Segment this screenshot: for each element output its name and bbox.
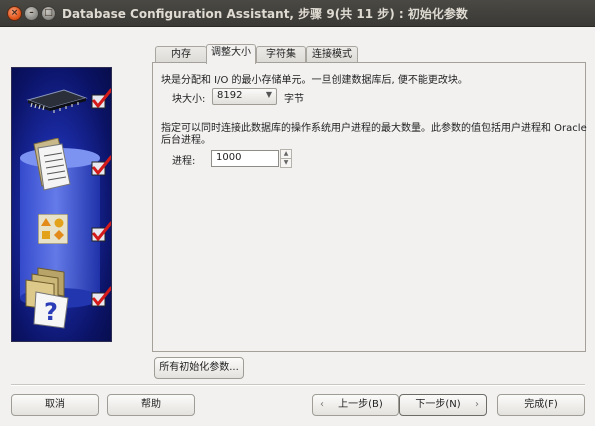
back-button-label: 上一步(B) (338, 399, 383, 410)
process-value: 1000 (216, 152, 242, 163)
process-input[interactable]: 1000 (211, 150, 279, 167)
block-size-description: 块是分配和 I/O 的最小存储单元。一旦创建数据库后, 便不能更改块。 (161, 75, 468, 86)
close-window-button[interactable]: × (7, 6, 22, 21)
next-button-label: 下一步(N) (415, 399, 461, 410)
tab-sizing[interactable]: 调整大小 (206, 44, 256, 64)
checkmark-icon (91, 155, 111, 176)
chevron-up-icon: ▲ (283, 150, 289, 157)
chevron-down-icon: ▼ (265, 90, 272, 99)
block-size-dropdown[interactable]: 8192 ▼ (212, 88, 277, 105)
window-title: Database Configuration Assistant, 步骤 9(共… (62, 7, 468, 21)
process-description: 指定可以同时连接此数据库的操作系统用户进程的最大数量。此参数的值包括用户进程和 … (161, 123, 587, 134)
minimize-icon: – (29, 8, 34, 18)
next-button[interactable]: 下一步(N) › (399, 394, 487, 416)
memory-chip-icon (26, 89, 88, 113)
maximize-icon: □ (44, 8, 53, 18)
block-size-unit: 字节 (284, 94, 304, 105)
maximize-window-button[interactable]: □ (41, 6, 56, 21)
cancel-button[interactable]: 取消 (11, 394, 99, 416)
chevron-left-icon: ‹ (320, 399, 324, 410)
checkmark-icon (91, 286, 111, 307)
chevron-right-icon: › (475, 399, 479, 410)
tab-character-sets[interactable]: 字符集 (256, 46, 306, 63)
documents-icon (33, 138, 71, 191)
shapes-icon (38, 214, 68, 244)
sizing-panel (152, 62, 586, 352)
checkmark-icon (91, 221, 111, 242)
all-init-params-button[interactable]: 所有初始化参数... (154, 357, 244, 379)
tab-connection-mode[interactable]: 连接模式 (306, 46, 358, 63)
chevron-down-icon: ▼ (283, 159, 289, 166)
finish-button[interactable]: 完成(F) (497, 394, 585, 416)
close-icon: × (10, 8, 19, 18)
minimize-window-button[interactable]: – (24, 6, 39, 21)
tab-memory[interactable]: 内存 (155, 46, 207, 63)
title-bar: × – □ Database Configuration Assistant, … (0, 0, 595, 27)
footer-separator (11, 384, 585, 386)
block-size-label: 块大小: (172, 94, 206, 105)
folders-help-icon: ? (25, 267, 69, 329)
wizard-side-panel: ? (11, 67, 112, 342)
svg-text:?: ? (44, 298, 58, 326)
help-button[interactable]: 帮助 (107, 394, 195, 416)
block-size-value: 8192 (217, 90, 243, 101)
back-button[interactable]: ‹ 上一步(B) (312, 394, 399, 416)
process-description-continued: 后台进程。 (161, 135, 211, 146)
checkmark-icon (91, 88, 111, 109)
process-label: 进程: (172, 156, 196, 167)
spin-down-button[interactable]: ▼ (280, 158, 292, 168)
